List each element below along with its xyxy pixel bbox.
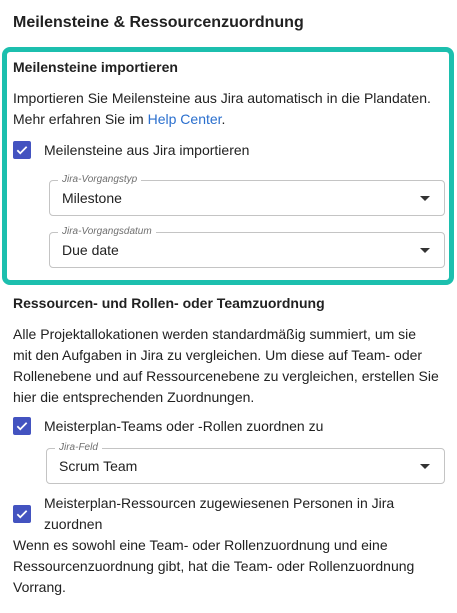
issue-date-label: Jira-Vorgangsdatum [58,226,156,238]
person-mapping-label: Meisterplan-Ressourcen zugewiesenen Pers… [44,493,394,535]
resources-section-title: Ressourcen- und Rollen- oder Teamzuordnu… [13,295,325,311]
page-title: Meilensteine & Ressourcenzuordnung [13,14,304,31]
person-mapping-label-line-1: Meisterplan-Ressourcen zugewiesenen Pers… [44,495,395,511]
description-suffix: . [221,111,226,127]
import-milestones-checkbox[interactable] [13,141,31,159]
resources-note-line: Vorrang. [13,579,66,595]
team-mapping-label: Meisterplan-Teams oder -Rollen zuordnen … [44,418,324,434]
resources-description-line: Alle Projektallokationen werden standard… [13,326,417,342]
resources-note-line: Ressourcenzuordnung gibt, hat die Team- … [13,558,415,574]
issue-type-value: Milestone [62,190,122,206]
issue-type-select[interactable]: Jira-Vorgangstyp Milestone [49,174,445,216]
chevron-down-icon [420,196,430,201]
milestones-section-title: Meilensteine importieren [13,59,178,75]
description-prefix: Mehr erfahren Sie im [13,111,148,127]
resources-note: Wenn es sowohl eine Team- oder Rollenzuo… [13,535,443,598]
chevron-down-icon [420,248,430,253]
jira-field-select[interactable]: Jira-Feld Scrum Team [46,442,445,484]
help-center-link[interactable]: Help Center [148,111,222,127]
check-icon [16,146,28,155]
team-mapping-checkbox[interactable] [13,417,31,435]
resources-note-line: Wenn es sowohl eine Team- oder Rollenzuo… [13,537,388,553]
person-mapping-label-line-2: zuordnen [44,516,103,532]
chevron-down-icon [420,464,430,469]
import-milestones-checkbox-row[interactable]: Meilensteine aus Jira importieren [13,140,249,161]
milestones-description-line-1: Importieren Sie Meilensteine aus Jira au… [13,90,431,106]
resources-description: Alle Projektallokationen werden standard… [13,324,443,408]
issue-date-value: Due date [62,242,119,258]
issue-date-select[interactable]: Jira-Vorgangsdatum Due date [49,226,445,268]
resources-description-line: mit den Aufgaben in Jira zu vergleichen.… [13,347,423,363]
milestones-description-line-2: Mehr erfahren Sie im Help Center. [13,109,443,130]
resources-description-line: Rollenebene und auf Ressourcenebene zu v… [13,368,439,384]
check-icon [16,422,28,431]
resources-description-line: hier die entsprechenden Zuordnungen. [13,389,255,405]
check-icon [16,510,28,519]
jira-field-label: Jira-Feld [55,442,102,454]
issue-type-label: Jira-Vorgangstyp [58,174,142,186]
person-mapping-checkbox-row[interactable]: Meisterplan-Ressourcen zugewiesenen Pers… [13,493,394,535]
jira-field-value: Scrum Team [59,458,138,474]
milestones-description: Importieren Sie Meilensteine aus Jira au… [13,88,443,130]
import-milestones-label: Meilensteine aus Jira importieren [44,142,250,158]
team-mapping-checkbox-row[interactable]: Meisterplan-Teams oder -Rollen zuordnen … [13,416,323,437]
person-mapping-checkbox[interactable] [13,505,31,523]
